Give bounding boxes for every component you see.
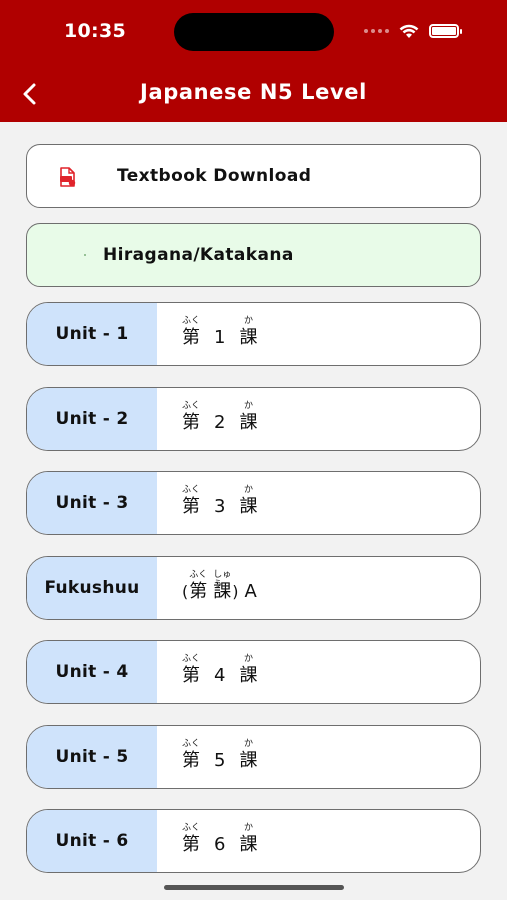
- kanji: 第: [182, 327, 200, 348]
- furigana: ふく: [182, 738, 201, 749]
- paren-open: (: [182, 581, 189, 601]
- furigana: ふく: [182, 316, 201, 326]
- kanji: 課: [239, 496, 258, 517]
- unit-row[interactable]: Fukushuu (ふく第しゅう課) A: [26, 555, 481, 620]
- battery-icon: [429, 24, 462, 38]
- furigana: か: [243, 654, 253, 664]
- furigana: しゅう: [213, 569, 232, 590]
- unit-tag: Unit - 1: [27, 303, 157, 365]
- furigana: か: [243, 823, 253, 833]
- page-title: Japanese N5 Level: [140, 80, 367, 104]
- kanji: 課: [239, 749, 258, 771]
- unit-tag: Unit - 6: [27, 810, 157, 872]
- textbook-download-button[interactable]: Textbook Download: [26, 144, 481, 208]
- furigana: ふく: [189, 569, 208, 580]
- unit-number: 6: [214, 834, 226, 855]
- cellular-signal-icon: [364, 29, 389, 33]
- kanji: 課: [239, 327, 258, 348]
- menu-list: Textbook Download Hiragana/Katakana Unit…: [0, 122, 507, 900]
- unit-tag: Fukushuu: [27, 556, 157, 619]
- furigana: ふく: [182, 485, 201, 495]
- kanji: 課: [239, 665, 258, 686]
- furigana: か: [243, 316, 253, 326]
- furigana: か: [243, 738, 253, 749]
- hiragana-katakana-label: Hiragana/Katakana: [103, 245, 294, 265]
- furigana: ふく: [182, 654, 201, 664]
- unit-tag: Unit - 2: [27, 387, 157, 450]
- kanji: 第: [182, 411, 200, 433]
- unit-row[interactable]: Unit - 4 ふく第 4 か課: [26, 640, 481, 704]
- kanji: 第: [182, 749, 200, 771]
- status-icons: [364, 20, 462, 42]
- unit-tag: Unit - 4: [27, 641, 157, 703]
- wifi-icon: [399, 24, 419, 38]
- unit-row[interactable]: Unit - 6 ふく第 6 か課: [26, 809, 481, 873]
- unit-number: 4: [214, 665, 226, 686]
- textbook-download-label: Textbook Download: [117, 166, 312, 186]
- hiragana-icon: [84, 254, 86, 256]
- unit-row[interactable]: Unit - 5 ふく第 5 か課: [26, 724, 481, 789]
- furigana: か: [243, 485, 253, 495]
- kanji: 第: [182, 665, 200, 686]
- kanji: 第: [189, 580, 208, 602]
- unit-suffix: A: [244, 580, 257, 602]
- hiragana-katakana-button[interactable]: Hiragana/Katakana: [26, 223, 481, 287]
- unit-number: 2: [214, 411, 226, 433]
- kanji: 第: [182, 834, 200, 855]
- unit-tag: Unit - 5: [27, 725, 157, 788]
- dynamic-island: [174, 13, 334, 51]
- nav-bar: 10:35 Japanese N5 Level: [0, 0, 507, 122]
- unit-number: 5: [214, 749, 226, 771]
- pdf-file-icon: [60, 167, 76, 187]
- unit-row[interactable]: Unit - 3 ふく第 3 か課: [26, 471, 481, 535]
- unit-number: 3: [214, 496, 226, 517]
- kanji: 課: [239, 834, 258, 855]
- kanji: 第: [182, 496, 200, 517]
- furigana: ふく: [182, 400, 201, 411]
- paren-close: ): [232, 581, 239, 601]
- furigana: ふく: [182, 823, 201, 833]
- kanji: 課: [213, 580, 232, 602]
- unit-row[interactable]: Unit - 1 ふく第 1 か課: [26, 302, 481, 366]
- unit-number: 1: [214, 327, 226, 348]
- unit-row[interactable]: Unit - 2 ふく第 2 か課: [26, 386, 481, 451]
- furigana: か: [243, 400, 253, 411]
- home-indicator: [164, 885, 344, 890]
- unit-tag: Unit - 3: [27, 472, 157, 534]
- status-time: 10:35: [64, 20, 126, 42]
- kanji: 課: [239, 411, 258, 433]
